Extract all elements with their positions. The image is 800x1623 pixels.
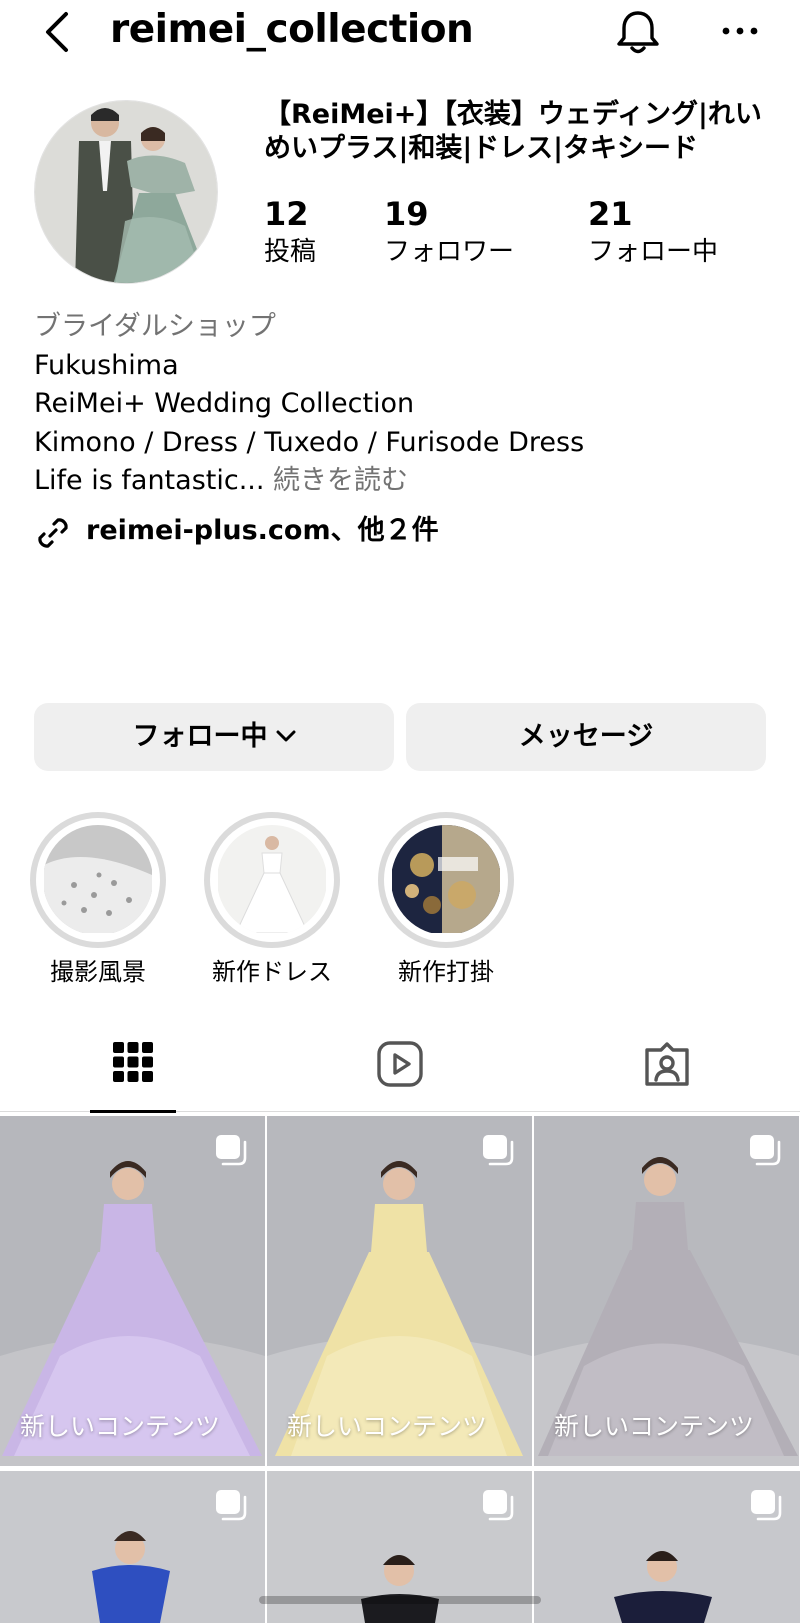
following-button-label: フォロー中 xyxy=(132,721,268,752)
followers-count: 19 xyxy=(384,195,429,233)
multiple-photos-icon xyxy=(751,1490,782,1521)
following-count: 21 xyxy=(588,195,633,233)
highlight-cover xyxy=(43,825,153,935)
highlight-item[interactable]: 撮影風景 xyxy=(28,812,168,988)
link-text: reimei-plus.com、他２件 xyxy=(86,515,439,546)
bio-line: Fukushima xyxy=(34,349,179,381)
highlight-ring xyxy=(30,812,166,948)
posts-label: 投稿 xyxy=(264,237,317,267)
multiple-photos-icon xyxy=(483,1490,514,1521)
highlight-ring xyxy=(378,812,514,948)
highlight-item[interactable]: 新作ドレス xyxy=(202,812,342,988)
multiple-photos-icon xyxy=(750,1135,781,1166)
ellipsis-icon[interactable] xyxy=(718,16,762,46)
post-tile[interactable]: 新しいコンテンツ xyxy=(0,1116,265,1466)
tab-reels[interactable] xyxy=(267,1030,533,1112)
highlight-cover xyxy=(391,825,501,935)
post-tile[interactable]: 新しいコンテンツ xyxy=(534,1116,799,1466)
bio-line-last: Life is fantastic... 続きを読む xyxy=(34,462,584,501)
highlight-ring xyxy=(204,812,340,948)
post-tile-label: 新しいコンテンツ xyxy=(20,1412,221,1441)
highlight-item[interactable]: 新作打掛 xyxy=(376,812,516,988)
category-label: ブライダルショップ xyxy=(34,311,276,342)
chevron-down-icon xyxy=(276,730,295,741)
following-button[interactable]: フォロー中 xyxy=(34,703,394,771)
active-tab-indicator xyxy=(90,1110,176,1113)
post-tile[interactable]: 新しいコンテンツ xyxy=(267,1116,532,1466)
bio-line: ReiMei+ Wedding Collection xyxy=(34,388,415,419)
following-label: フォロー中 xyxy=(588,237,719,267)
message-button[interactable]: メッセージ xyxy=(406,703,766,771)
bio-truncated-text: Life is fantastic... xyxy=(34,465,265,496)
grid-icon xyxy=(113,1042,153,1082)
bio-line: Kimono / Dress / Tuxedo / Furisode Dress xyxy=(34,426,585,458)
followers-label: フォロワー xyxy=(384,237,515,267)
link-icon xyxy=(38,518,68,548)
multiple-photos-icon xyxy=(216,1490,247,1521)
read-more-link[interactable]: 続きを読む xyxy=(273,465,408,496)
post-tile-label: 新しいコンテンツ xyxy=(554,1412,755,1441)
message-button-label: メッセージ xyxy=(518,721,654,752)
home-indicator xyxy=(259,1596,541,1604)
stat-following[interactable]: 21 フォロー中 xyxy=(588,194,718,270)
avatar[interactable] xyxy=(34,100,218,284)
bell-icon[interactable] xyxy=(612,6,664,58)
profile-page: reimei_collection 【ReiMei+】【衣装】ウェディング|れい… xyxy=(0,0,800,1623)
highlight-label: 新作ドレス xyxy=(212,958,332,986)
tagged-icon xyxy=(645,1042,689,1086)
reels-icon xyxy=(377,1041,423,1087)
stat-followers[interactable]: 19 フォロワー xyxy=(384,194,514,270)
multiple-photos-icon xyxy=(216,1135,247,1166)
username-title: reimei_collection xyxy=(110,7,474,52)
highlight-cover xyxy=(217,825,327,935)
tab-posts[interactable] xyxy=(0,1030,266,1113)
multiple-photos-icon xyxy=(483,1135,514,1166)
tab-tagged[interactable] xyxy=(534,1030,800,1112)
top-bar: reimei_collection xyxy=(0,0,800,64)
post-tile-label: 新しいコンテンツ xyxy=(287,1412,488,1441)
bio: ブライダルショップ Fukushima ReiMei+ Wedding Coll… xyxy=(34,308,584,501)
post-tile[interactable] xyxy=(0,1471,265,1623)
avatar-photo xyxy=(35,101,217,283)
highlight-label: 新作打掛 xyxy=(398,958,494,986)
highlight-label: 撮影風景 xyxy=(50,958,146,986)
chevron-left-icon[interactable] xyxy=(40,8,76,56)
profile-tabs xyxy=(0,1030,800,1113)
post-tile[interactable] xyxy=(534,1471,800,1623)
profile-display-name: 【ReiMei+】【衣装】ウェディング|れいめいプラス|和装|ドレス|タキシード xyxy=(264,99,762,164)
stat-posts[interactable]: 12 投稿 xyxy=(264,194,316,270)
post-grid: 新しいコンテンツ 新しいコンテンツ 新しいコンテンツ xyxy=(0,1116,800,1623)
posts-count: 12 xyxy=(264,195,309,233)
